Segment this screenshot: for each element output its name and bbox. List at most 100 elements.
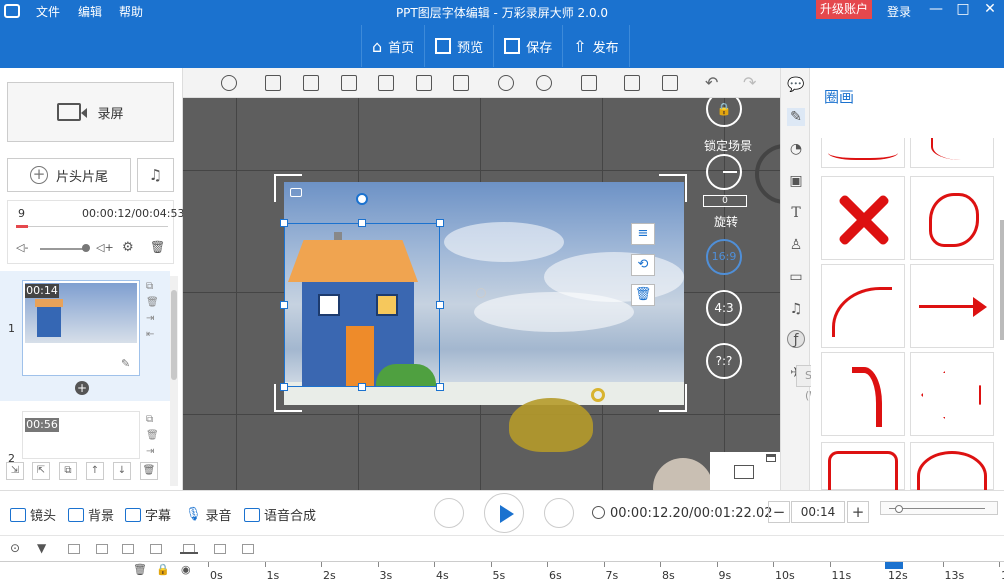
import-icon[interactable]: ⇤ [146, 329, 154, 340]
gear-icon[interactable]: ⚙ [122, 240, 134, 255]
close-icon[interactable]: ✕ [980, 1, 1000, 19]
locate-icon[interactable]: ⊙ [10, 541, 20, 555]
lock-icon[interactable] [581, 75, 597, 91]
play-button[interactable] [484, 493, 524, 533]
zoom-in-icon[interactable] [498, 75, 514, 91]
copy-icon[interactable]: ⧉ [146, 281, 153, 292]
lock-icon[interactable]: 🔒 [156, 563, 170, 576]
align-bottom-icon[interactable] [416, 75, 432, 91]
layer-tool-icon[interactable] [68, 544, 80, 554]
copy-icon[interactable] [624, 75, 640, 91]
tab-record-audio[interactable]: 🎙 录音 [185, 505, 232, 524]
rotate-value[interactable]: 0 [703, 195, 747, 207]
annotation-straight-arrow[interactable] [910, 264, 994, 348]
move-up-icon[interactable]: ↑ [86, 462, 104, 480]
trash-icon[interactable]: 🗑 [150, 240, 165, 254]
function-icon[interactable]: ƒ [787, 330, 805, 348]
import-scene-icon[interactable]: ⇲ [6, 462, 24, 480]
resize-handle[interactable] [358, 383, 366, 391]
delete-icon[interactable]: 🗑 [146, 430, 159, 441]
login-link[interactable]: 登录 [887, 3, 911, 20]
resize-handle[interactable] [280, 219, 288, 227]
volume-slider[interactable] [40, 248, 86, 250]
panel-scrollbar[interactable] [1000, 220, 1004, 340]
resize-handle[interactable] [358, 219, 366, 227]
eye-icon[interactable]: ◉ [181, 563, 191, 576]
paste-icon[interactable] [662, 75, 678, 91]
object-delete-icon[interactable]: 🗑 [631, 284, 655, 306]
record-screen-button[interactable]: 录屏 [7, 82, 174, 142]
timeline-ruler[interactable]: 🗑 🔒 ◉ 0s1s2s3s4s5s6s7s8s9s10s11s12s13s14… [0, 561, 1004, 582]
lock-scene-button[interactable]: 🔒 [706, 98, 742, 127]
zoom-value[interactable]: 00:14 [791, 501, 845, 523]
ratio-custom-button[interactable]: ?:? [706, 343, 742, 379]
save-button[interactable]: 保存 [494, 25, 564, 67]
ratio-16-9-button[interactable]: 16:9 [706, 239, 742, 275]
align-middle-icon[interactable] [453, 75, 469, 91]
annotation-curve-arrow[interactable] [821, 264, 905, 348]
export-icon[interactable]: ⇥ [146, 313, 154, 324]
zoom-out-icon[interactable] [536, 75, 552, 91]
volume-up-icon[interactable]: ◁+ [96, 241, 114, 254]
zoom-plus-button[interactable]: + [847, 501, 869, 523]
annotation-ellipse[interactable] [910, 442, 994, 501]
layer-tool-icon[interactable] [122, 544, 134, 554]
resize-handle[interactable] [280, 383, 288, 391]
selection-box[interactable] [284, 223, 440, 387]
maximize-icon[interactable]: □ [953, 1, 973, 19]
rotate-dial[interactable] [706, 154, 742, 190]
align-center-icon[interactable] [341, 75, 357, 91]
figure-icon[interactable]: ♙ [787, 236, 805, 254]
resize-handle[interactable] [280, 301, 288, 309]
scene-scrollbar[interactable] [170, 276, 178, 486]
layer-tool-icon[interactable] [214, 544, 226, 554]
delete-scene-icon[interactable]: 🗑 [140, 462, 158, 480]
annotation-hollow-arrow[interactable] [910, 352, 994, 436]
text-icon[interactable]: T [787, 204, 805, 222]
playhead[interactable] [885, 562, 903, 569]
annotation-up-arrow[interactable] [821, 352, 905, 436]
publish-button[interactable]: ⇧ 发布 [563, 25, 630, 67]
annotation-tile[interactable] [821, 138, 905, 168]
align-left-icon[interactable] [265, 75, 281, 91]
upgrade-account-button[interactable]: 升级账户 [816, 0, 872, 19]
undo-icon[interactable]: ↶ [705, 73, 718, 92]
annotation-box[interactable] [821, 442, 905, 491]
layer-tool-icon[interactable] [150, 544, 162, 554]
folder-icon[interactable]: ▭ [787, 268, 805, 286]
shapes-icon[interactable]: ◔ [787, 140, 805, 158]
window-icon[interactable] [766, 454, 776, 462]
tab-speech-synthesis[interactable]: 语音合成 [244, 505, 316, 524]
export-icon[interactable]: ⇥ [146, 446, 154, 457]
preview-button[interactable]: 预览 [425, 25, 495, 67]
annotation-x-mark[interactable] [821, 176, 905, 260]
annotation-tile[interactable] [910, 138, 994, 168]
copy-scene-icon[interactable]: ⧉ [59, 462, 77, 480]
ratio-4-3-button[interactable]: 4:3 [706, 290, 742, 326]
next-frame-button[interactable] [544, 498, 574, 528]
move-down-icon[interactable]: ↓ [113, 462, 131, 480]
add-scene-icon[interactable]: + [75, 381, 89, 395]
layer-tool-icon[interactable] [96, 544, 108, 554]
object-effect-icon[interactable]: ⟲ [631, 254, 655, 276]
tab-subtitle[interactable]: 字幕 [125, 505, 171, 524]
resize-handle[interactable] [436, 301, 444, 309]
timeline-zoom-slider[interactable] [880, 501, 998, 515]
home-button[interactable]: ⌂ 首页 [361, 25, 426, 67]
layer-tool-icon[interactable] [242, 544, 254, 554]
export-scene-icon[interactable]: ⇱ [32, 462, 50, 480]
copy-icon[interactable]: ⧉ [146, 414, 153, 425]
resize-handle[interactable] [436, 219, 444, 227]
horn-image[interactable] [509, 398, 593, 452]
delete-icon[interactable]: 🗑 [146, 297, 159, 308]
rotate-handle[interactable] [356, 193, 368, 205]
volume-down-icon[interactable]: ◁- [16, 241, 28, 254]
edit-icon[interactable]: ✎ [121, 357, 130, 370]
comment-icon[interactable]: 💬 [787, 76, 805, 94]
locate-icon[interactable] [221, 75, 237, 91]
tab-camera[interactable]: 镜头 [10, 505, 56, 524]
previous-frame-button[interactable] [434, 498, 464, 528]
image-icon[interactable]: ▣ [787, 172, 805, 190]
tab-background[interactable]: 背景 [68, 505, 114, 524]
resize-handle[interactable] [436, 383, 444, 391]
